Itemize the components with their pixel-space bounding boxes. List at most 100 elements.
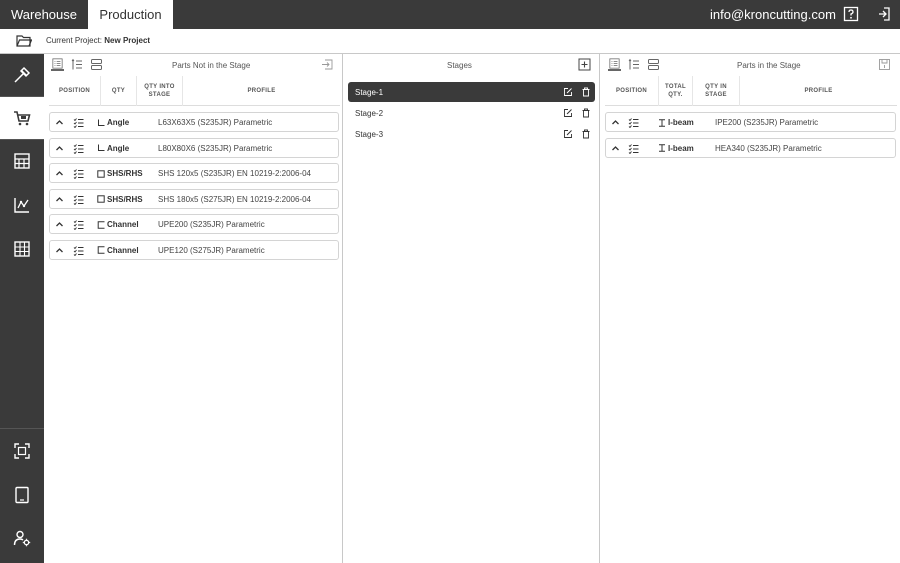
nav-cart[interactable] <box>0 97 44 139</box>
channel-icon <box>97 246 105 254</box>
header-total-qty[interactable]: TOTAL QTY. <box>659 76 693 106</box>
part-type-label: I-beam <box>668 143 694 153</box>
header-profile[interactable]: PROFILE <box>183 76 340 106</box>
project-label-text: Current Project: <box>46 36 103 45</box>
panel-parts-in-stage: Parts in the Stage POSITION TOTAL QTY. Q… <box>601 54 900 563</box>
analytics-icon <box>14 198 29 213</box>
edit-icon[interactable] <box>563 108 573 118</box>
logout-icon[interactable] <box>877 6 893 22</box>
edit-icon[interactable] <box>563 129 573 139</box>
nav-user-settings[interactable] <box>0 517 44 559</box>
header-qty-into-stage[interactable]: QTY INTO STAGE <box>137 76 183 106</box>
table-row[interactable]: I-beam HEA340 (S235JR) Parametric <box>605 137 896 158</box>
list-ordered-icon[interactable] <box>628 58 641 71</box>
move-to-stage-icon[interactable] <box>321 58 334 71</box>
profile-name: SHS 180x5 (S275JR) EN 10219-2:2006-04 <box>158 194 311 204</box>
checklist-icon[interactable] <box>73 219 84 230</box>
header-profile[interactable]: PROFILE <box>740 76 897 106</box>
part-type: SHS/RHS <box>97 169 143 178</box>
chevron-up-icon[interactable] <box>55 169 64 178</box>
stage-item[interactable]: Stage-2 <box>348 103 595 123</box>
nav-table[interactable] <box>0 228 44 270</box>
profile-name: L63X63X5 (S235JR) Parametric <box>158 118 273 127</box>
list-unordered-icon[interactable] <box>608 58 621 71</box>
left-toolbar: Parts Not in the Stage <box>44 54 342 76</box>
user-settings-icon <box>13 530 31 547</box>
header-position[interactable]: POSITION <box>605 76 659 106</box>
checklist-icon[interactable] <box>73 245 84 256</box>
checklist-icon[interactable] <box>73 143 84 154</box>
table-row[interactable]: SHS/RHS SHS 120x5 (S235JR) EN 10219-2:200… <box>49 163 339 183</box>
header-position[interactable]: POSITION <box>49 76 101 106</box>
table-row[interactable]: Channel UPE200 (S235JR) Parametric <box>49 214 339 234</box>
square-tube-icon <box>97 169 105 178</box>
table-row[interactable]: Angle L80X80X6 (S235JR) Parametric <box>49 137 339 158</box>
channel-icon <box>97 220 105 229</box>
checklist-icon[interactable] <box>628 117 639 128</box>
part-type: Angle <box>97 118 129 127</box>
ibeam-icon <box>659 118 665 127</box>
header-qty[interactable]: QTY <box>101 76 137 106</box>
nav-scan[interactable] <box>0 430 44 472</box>
chevron-up-icon[interactable] <box>55 195 64 204</box>
stage-item[interactable]: Stage-3 <box>348 124 595 144</box>
help-icon[interactable] <box>843 6 859 22</box>
collapse-rows-icon[interactable] <box>90 58 103 71</box>
folder-open-icon[interactable] <box>16 34 32 48</box>
table-row[interactable]: Channel UPE120 (S275JR) Parametric <box>49 239 339 260</box>
part-type-label: SHS/RHS <box>107 194 143 204</box>
delete-icon[interactable] <box>581 108 591 118</box>
stages-title: Stages <box>447 61 472 70</box>
chevron-up-icon[interactable] <box>611 144 620 153</box>
chevron-up-icon[interactable] <box>55 246 64 255</box>
chevron-up-icon[interactable] <box>55 220 64 229</box>
add-stage-icon[interactable] <box>578 58 591 71</box>
nav-calculator[interactable] <box>0 140 44 182</box>
delete-icon[interactable] <box>581 87 591 97</box>
table-row[interactable]: Angle L63X63X5 (S235JR) Parametric <box>49 112 339 132</box>
header-qty-in-stage[interactable]: QTY IN STAGE <box>693 76 740 106</box>
left-panel-title: Parts Not in the Stage <box>172 61 251 70</box>
left-table-header: POSITION QTY QTY INTO STAGE PROFILE <box>49 76 340 106</box>
stage-item[interactable]: Stage-1 <box>348 82 595 102</box>
collapse-rows-icon[interactable] <box>647 58 660 71</box>
chevron-up-icon[interactable] <box>55 144 64 153</box>
checklist-icon[interactable] <box>73 168 84 179</box>
angle-icon <box>98 119 105 126</box>
part-type-label: Channel <box>107 220 139 229</box>
part-type: SHS/RHS <box>97 195 143 204</box>
delete-icon[interactable] <box>581 129 591 139</box>
chevron-up-icon[interactable] <box>611 118 620 127</box>
checklist-icon[interactable] <box>628 143 639 154</box>
nav-cutting-tools[interactable] <box>0 54 44 96</box>
tab-warehouse[interactable]: Warehouse <box>0 0 88 29</box>
part-type-label: Channel <box>107 245 139 255</box>
calculator-icon <box>14 153 30 169</box>
part-type-label: I-beam <box>668 118 694 127</box>
part-type: I-beam <box>658 118 694 127</box>
checklist-icon[interactable] <box>73 194 84 205</box>
part-type-label: Angle <box>107 143 130 153</box>
part-type-label: Angle <box>107 118 130 127</box>
checklist-icon[interactable] <box>73 117 84 128</box>
edit-icon[interactable] <box>563 87 573 97</box>
ibeam-icon <box>659 144 665 152</box>
save-stage-icon[interactable] <box>878 58 891 71</box>
profile-name: SHS 120x5 (S235JR) EN 10219-2:2006-04 <box>158 169 311 178</box>
nav-analytics[interactable] <box>0 184 44 226</box>
chevron-up-icon[interactable] <box>55 118 64 127</box>
panel-parts-not-in-stage: Parts Not in the Stage POSITION QTY QTY … <box>44 54 343 563</box>
right-toolbar: Parts in the Stage <box>601 54 900 76</box>
table-row[interactable]: SHS/RHS SHS 180x5 (S275JR) EN 10219-2:200… <box>49 188 339 209</box>
user-email[interactable]: info@kroncutting.com <box>710 0 836 29</box>
stage-name: Stage-3 <box>355 130 384 139</box>
tablet-icon <box>15 486 29 504</box>
angle-icon <box>98 144 105 151</box>
table-row[interactable]: I-beam IPE200 (S235JR) Parametric <box>605 112 896 132</box>
list-ordered-icon[interactable] <box>71 58 84 71</box>
nav-tablet[interactable] <box>0 474 44 516</box>
side-navigation <box>0 54 44 563</box>
profile-name: UPE120 (S275JR) Parametric <box>158 245 265 255</box>
tab-production[interactable]: Production <box>88 0 173 29</box>
list-unordered-icon[interactable] <box>51 58 64 71</box>
